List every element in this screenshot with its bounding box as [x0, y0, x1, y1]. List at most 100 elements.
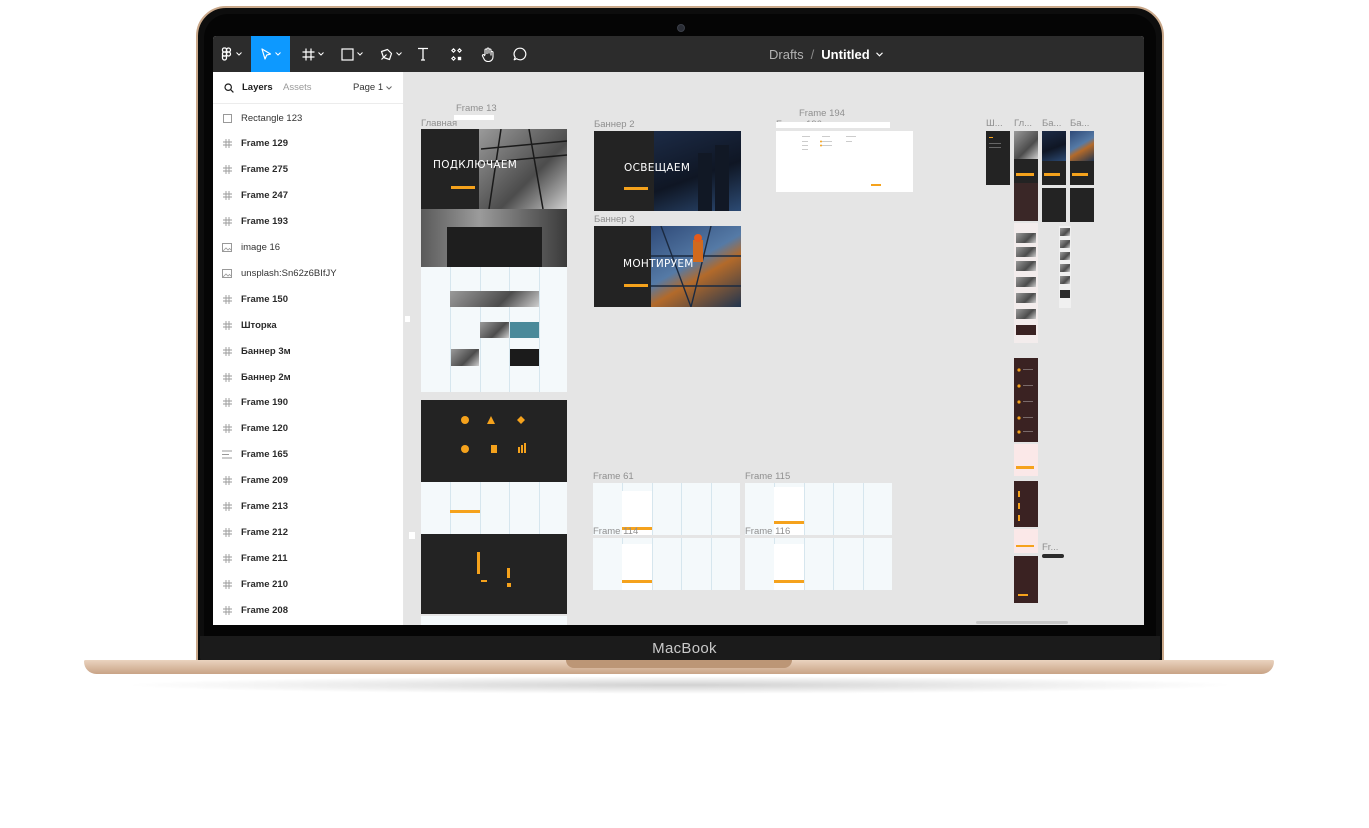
frame-label-glavnaya[interactable]: Главная	[421, 118, 457, 129]
mobile-frame-footer[interactable]	[1014, 556, 1038, 603]
layer-row[interactable]: Баннер 3м	[213, 338, 403, 364]
layer-row[interactable]: Frame 247	[213, 183, 403, 209]
layer-row[interactable]: Frame 210	[213, 571, 403, 597]
layer-row[interactable]: Frame 275	[213, 157, 403, 183]
layer-name: Баннер 3м	[241, 345, 291, 357]
frame-hash-icon	[213, 398, 241, 408]
mobile-frame-shtorka[interactable]	[986, 131, 1010, 185]
main-menu-button[interactable]	[217, 36, 245, 72]
frame-hash-icon	[302, 48, 315, 60]
toolbar: Drafts / Untitled	[213, 36, 1144, 72]
comment-tool-button[interactable]	[509, 36, 531, 72]
tab-layers[interactable]: Layers	[242, 82, 273, 93]
layer-row[interactable]: Frame 213	[213, 494, 403, 520]
layer-row[interactable]: image 16	[213, 235, 403, 261]
frame-label-frame13[interactable]: Frame 13	[456, 103, 497, 114]
frame-label-ba1[interactable]: Ба...	[1042, 118, 1061, 129]
file-name[interactable]: Untitled	[821, 47, 869, 62]
frame-116[interactable]	[745, 538, 892, 590]
mobile-frame-steps[interactable]	[1014, 481, 1038, 527]
layer-row[interactable]: Frame 209	[213, 468, 403, 494]
frame-glavnaya-steps[interactable]	[421, 534, 567, 614]
frame-banner-2[interactable]: ОСВЕЩАЕМ	[594, 131, 741, 211]
frame-banner-3[interactable]: МОНТИРУЕМ	[594, 226, 741, 307]
layer-name: Frame 275	[241, 164, 289, 176]
frame-label-frame194[interactable]: Frame 194	[799, 108, 845, 119]
frame-label-sh[interactable]: Ш...	[986, 118, 1003, 129]
frame-114[interactable]	[593, 538, 740, 590]
layer-row[interactable]: unsplash:Sn62z6BIfJY	[213, 260, 403, 286]
frame-hash-icon	[213, 320, 241, 330]
frame-hash-icon	[213, 502, 241, 511]
layer-row[interactable]: Frame 212	[213, 519, 403, 545]
layer-name: Frame 210	[241, 578, 289, 590]
design-canvas[interactable]: Frame 13 Главная ПОДКЛЮЧАЕМ Баннер 2 ОСВ…	[404, 72, 1144, 625]
layer-row[interactable]: Баннер 2м	[213, 364, 403, 390]
layer-name: unsplash:Sn62z6BIfJY	[241, 267, 337, 279]
benefit-icons	[461, 416, 526, 453]
frame-13[interactable]	[454, 115, 494, 120]
frame-label-ba2[interactable]: Ба...	[1070, 118, 1089, 129]
frame-label-gl[interactable]: Гл...	[1014, 118, 1032, 129]
base-shadow	[120, 676, 1240, 694]
shape-tool-button[interactable]	[337, 36, 367, 72]
layer-row[interactable]: Frame 165	[213, 442, 403, 468]
frame-tool-button[interactable]	[298, 36, 328, 72]
search-icon[interactable]	[224, 83, 234, 93]
text-tool-button[interactable]	[412, 36, 434, 72]
mobile-frame-benefits[interactable]	[1014, 358, 1038, 442]
layer-row[interactable]: Frame 193	[213, 209, 403, 235]
frame-label-frame61[interactable]: Frame 61	[593, 471, 634, 482]
resources-button[interactable]	[445, 36, 467, 72]
frame-label-banner3[interactable]: Баннер 3	[594, 214, 635, 225]
frame-hash-icon	[213, 605, 241, 615]
frame-hash-icon	[213, 191, 241, 201]
breadcrumb-drafts-link[interactable]: Drafts	[769, 47, 804, 62]
file-breadcrumb[interactable]: Drafts / Untitled	[769, 36, 883, 72]
layer-name: Frame 213	[241, 501, 289, 512]
frame-glavnaya-services[interactable]	[421, 209, 567, 267]
pen-icon	[380, 48, 393, 60]
move-tool-button[interactable]	[251, 36, 290, 72]
chevron-down-icon[interactable]	[875, 51, 883, 57]
hero-title-main: ПОДКЛЮЧАЕМ	[433, 159, 518, 171]
hand-tool-button[interactable]	[477, 36, 499, 72]
tab-assets[interactable]: Assets	[283, 82, 312, 93]
layer-name: Frame 212	[241, 526, 289, 538]
frame-label-banner2[interactable]: Баннер 2	[594, 119, 635, 130]
layer-row[interactable]: Шторка	[213, 312, 403, 338]
frame-glavnaya-form[interactable]	[421, 482, 567, 534]
frame-label-frame114[interactable]: Frame 114	[593, 526, 638, 537]
layer-row[interactable]: Frame 190	[213, 390, 403, 416]
frame-hash-icon	[213, 165, 241, 175]
layer-name: Frame 129	[241, 138, 289, 150]
frame-label-fr[interactable]: Fr...	[1042, 542, 1058, 553]
layer-row[interactable]: Frame 129	[213, 131, 403, 157]
layer-row[interactable]: Frame 150	[213, 286, 403, 312]
text-t-icon	[418, 47, 428, 61]
mobile-frame-gallery[interactable]	[1014, 223, 1038, 343]
mobile-frame-banner2[interactable]	[1042, 131, 1066, 185]
mobile-frame-glavnaya[interactable]	[1014, 131, 1038, 221]
frame-label-frame116[interactable]: Frame 116	[745, 526, 790, 537]
frame-label-frame115[interactable]: Frame 115	[745, 471, 790, 482]
frame-glavnaya-gallery[interactable]	[421, 267, 567, 392]
chevron-down-icon	[235, 52, 242, 56]
frame-194[interactable]	[776, 131, 913, 192]
menu-content	[802, 136, 881, 186]
page-selector[interactable]: Page 1	[353, 82, 392, 93]
mobile-frame-banner3[interactable]	[1070, 131, 1094, 185]
frame-glavnaya-benefits[interactable]	[421, 400, 567, 482]
laptop-notch	[566, 660, 792, 668]
layer-name: Frame 190	[241, 397, 289, 409]
pen-tool-button[interactable]	[376, 36, 406, 72]
layer-row[interactable]: Frame 120	[213, 416, 403, 442]
layer-name: Шторка	[241, 319, 277, 331]
layer-name: Frame 120	[241, 423, 289, 435]
horizontal-scrollbar[interactable]	[976, 621, 1068, 624]
frame-glavnaya-hero[interactable]: ПОДКЛЮЧАЕМ	[421, 129, 567, 209]
layer-row[interactable]: Rectangle 123	[213, 105, 403, 131]
layer-row[interactable]: Frame 208	[213, 597, 403, 623]
chevron-down-icon	[274, 52, 281, 56]
layer-row[interactable]: Frame 211	[213, 545, 403, 571]
